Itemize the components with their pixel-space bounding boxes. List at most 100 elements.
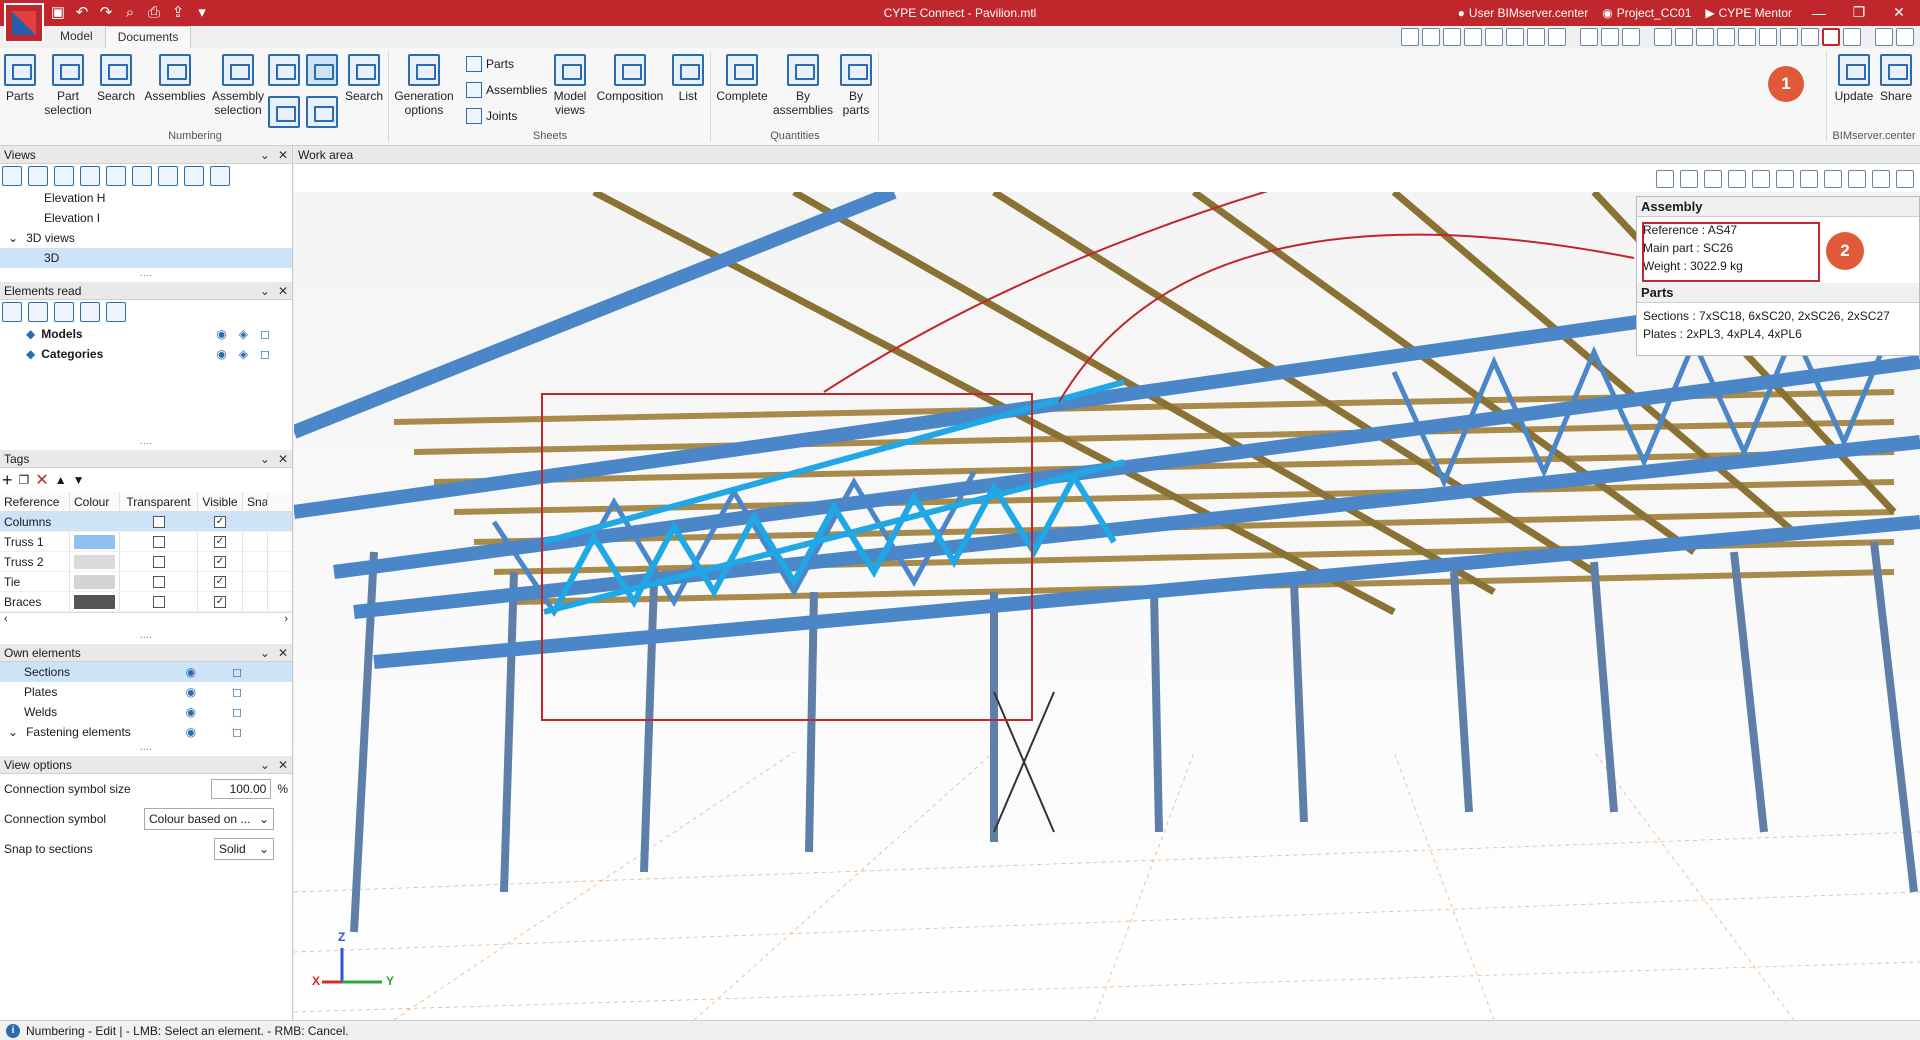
chevron-down-icon[interactable]: ⌄ <box>260 148 270 162</box>
tool-c-button[interactable] <box>304 96 340 131</box>
eye-icon[interactable]: ◉◻ <box>186 725 278 739</box>
generation-options-button[interactable]: Generation options <box>392 54 456 117</box>
tab-model[interactable]: Model <box>48 26 105 48</box>
view-item-3d[interactable]: 3D <box>0 248 292 268</box>
colour-swatch[interactable] <box>74 534 115 549</box>
camera-icon[interactable] <box>132 166 152 186</box>
user-menu[interactable]: ● User BIMserver.center <box>1458 6 1589 20</box>
search-parts-button[interactable]: Search <box>96 54 136 103</box>
camera-icon[interactable] <box>158 166 178 186</box>
table-row[interactable]: Tie ✓ <box>0 572 292 592</box>
column-header[interactable]: Snap <box>243 492 268 511</box>
horizontal-scrollbar[interactable]: ‹ › <box>0 612 292 630</box>
quantities-by-assemblies-button[interactable]: By assemblies <box>772 54 834 117</box>
view-tool-icon[interactable] <box>1704 170 1722 188</box>
view-tool-icon[interactable] <box>1422 28 1440 46</box>
connection-symbol-select[interactable]: Colour based on ... ⌄ <box>144 808 274 830</box>
tag-transparent[interactable] <box>120 592 198 611</box>
view-tool-icon[interactable] <box>106 166 126 186</box>
close-icon[interactable]: ✕ <box>278 452 288 466</box>
symbol-size-input[interactable]: 100.00 <box>211 779 272 799</box>
view-tool-icon[interactable] <box>1872 170 1890 188</box>
add-view-icon[interactable] <box>2 166 22 186</box>
view-tool-icon[interactable] <box>1759 28 1777 46</box>
tag-snap[interactable] <box>243 552 268 571</box>
tag-colour[interactable] <box>70 592 120 611</box>
eye-icon[interactable]: ◉◈◻ <box>216 327 282 341</box>
3d-icon[interactable] <box>1896 170 1914 188</box>
snap-select[interactable]: Solid ⌄ <box>214 838 274 860</box>
column-header[interactable]: Transparent <box>120 492 198 511</box>
tag-colour[interactable] <box>70 552 120 571</box>
table-row[interactable]: Braces ✓ <box>0 592 292 612</box>
view-tool-icon[interactable] <box>1824 170 1842 188</box>
own-item-plates[interactable]: Plates ◉◻ <box>0 682 292 702</box>
transparent-checkbox[interactable] <box>152 535 165 548</box>
table-row[interactable]: Columns ✓ <box>0 512 292 532</box>
app-logo[interactable] <box>4 3 44 43</box>
visible-checkbox[interactable]: ✓ <box>214 515 226 528</box>
tool-icon[interactable] <box>28 302 48 322</box>
elements-item-categories[interactable]: ◆ Categories ◉◈◻ <box>0 344 292 364</box>
arrow-up-icon[interactable]: ▲ <box>55 473 67 487</box>
tool-icon[interactable] <box>2 302 22 322</box>
close-icon[interactable]: ✕ <box>278 148 288 162</box>
chevron-down-icon[interactable]: ⌄ <box>260 758 270 772</box>
bim-share-button[interactable]: Share <box>1876 54 1916 103</box>
view-tool-icon[interactable] <box>1527 28 1545 46</box>
add-view-icon[interactable] <box>28 166 48 186</box>
view-tool-icon[interactable] <box>1696 28 1714 46</box>
tool-a-button[interactable] <box>268 54 300 89</box>
axes-icon[interactable] <box>1656 170 1674 188</box>
part-selection-button[interactable]: Part selection <box>40 54 96 117</box>
tag-visible[interactable]: ✓ <box>198 532 243 551</box>
view-tool-icon[interactable] <box>1601 28 1619 46</box>
tag-colour[interactable] <box>70 532 120 551</box>
view-tool-icon[interactable] <box>1800 170 1818 188</box>
close-button[interactable]: ✕ <box>1886 4 1912 21</box>
info-panel-icon[interactable] <box>1822 28 1840 46</box>
model-views-button[interactable]: Model views <box>548 54 592 117</box>
cube-icon[interactable] <box>184 166 204 186</box>
tag-transparent[interactable] <box>120 552 198 571</box>
numbering-parts-button[interactable]: Parts <box>4 54 36 103</box>
chevron-down-icon[interactable]: ⌄ <box>260 452 270 466</box>
tag-visible[interactable]: ✓ <box>198 572 243 591</box>
tag-visible[interactable]: ✓ <box>198 512 243 531</box>
table-row[interactable]: Truss 2 ✓ <box>0 552 292 572</box>
tag-transparent[interactable] <box>120 512 198 531</box>
view-tool-icon[interactable] <box>1780 28 1798 46</box>
numbering-assemblies-button[interactable]: Assemblies <box>142 54 208 103</box>
info-icon[interactable] <box>106 302 126 322</box>
cube-icon[interactable] <box>1680 170 1698 188</box>
eye-icon[interactable]: ◉◻ <box>186 665 278 679</box>
cube-icon[interactable] <box>1848 170 1866 188</box>
quantities-by-parts-button[interactable]: By parts <box>836 54 876 117</box>
cube-icon[interactable] <box>210 166 230 186</box>
splitter[interactable]: .... <box>0 436 292 450</box>
view-tool-icon[interactable] <box>1801 28 1819 46</box>
elements-item-models[interactable]: ◆ Models ◉◈◻ <box>0 324 292 344</box>
tag-snap[interactable] <box>243 532 268 551</box>
tag-snap[interactable] <box>243 572 268 591</box>
view-tool-icon[interactable] <box>1464 28 1482 46</box>
anchor-icon[interactable] <box>1728 170 1746 188</box>
view-tool-icon[interactable] <box>1548 28 1566 46</box>
view-tool-icon[interactable] <box>1580 28 1598 46</box>
minimize-button[interactable]: — <box>1806 5 1832 21</box>
view-group[interactable]: ⌄ 3D views <box>0 228 292 248</box>
tag-colour[interactable] <box>70 512 120 531</box>
tag-colour[interactable] <box>70 572 120 591</box>
view-tool-icon[interactable] <box>1401 28 1419 46</box>
delete-view-icon[interactable] <box>80 166 100 186</box>
view-tool-icon[interactable] <box>1738 28 1756 46</box>
quantities-complete-button[interactable]: Complete <box>714 54 770 103</box>
sheets-joints-button[interactable]: Joints <box>466 108 517 124</box>
view-item[interactable]: Elevation I <box>0 208 292 228</box>
composition-button[interactable]: Composition <box>594 54 666 103</box>
colour-swatch[interactable] <box>74 574 115 589</box>
own-item-sections[interactable]: Sections ◉◻ <box>0 662 292 682</box>
column-header[interactable]: Visible <box>198 492 243 511</box>
mentor-menu[interactable]: ▶ CYPE Mentor <box>1705 6 1792 20</box>
view-tool-icon[interactable] <box>1717 28 1735 46</box>
